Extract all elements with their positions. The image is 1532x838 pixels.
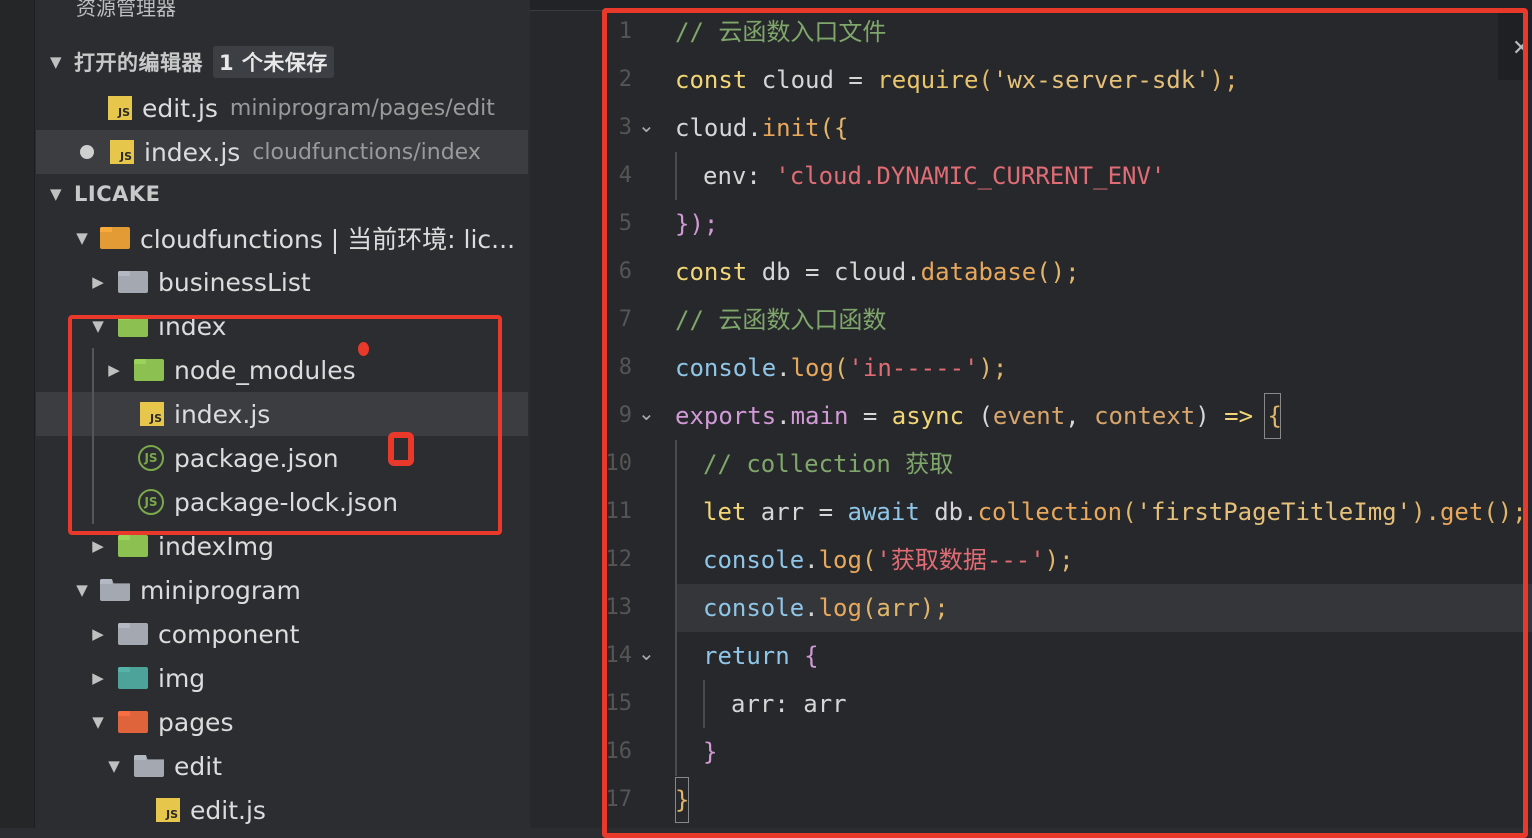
file-path: cloudfunctions/index xyxy=(252,139,481,165)
tree-item-label: miniprogram xyxy=(140,575,301,605)
chevron-down-icon: ▼ xyxy=(76,229,88,247)
image-folder-icon xyxy=(118,667,148,689)
annotation-box-sidebar xyxy=(68,315,502,535)
activity-bar xyxy=(0,0,35,828)
file-name: edit.js xyxy=(142,93,218,123)
pages-folder-icon xyxy=(118,711,148,733)
open-editor-edit-js[interactable]: JS edit.js miniprogram/pages/edit xyxy=(36,86,528,130)
open-editor-index-js[interactable]: JS index.js cloudfunctions/index xyxy=(36,130,528,174)
tree-item-component[interactable]: ▶ component xyxy=(36,612,528,656)
tree-item-label: img xyxy=(158,663,206,693)
file-path: miniprogram/pages/edit xyxy=(229,95,495,121)
annotation-mark xyxy=(358,342,369,356)
tree-item-pages[interactable]: ▼ pages xyxy=(36,700,528,744)
cloud-folder-icon xyxy=(100,227,130,249)
chevron-down-icon: ▼ xyxy=(76,581,88,599)
folder-icon xyxy=(118,623,148,645)
open-editors-header[interactable]: ▼ 打开的编辑器 1 个未保存 xyxy=(36,40,528,84)
tree-item-label: edit xyxy=(174,751,222,781)
file-name: index.js xyxy=(144,137,241,167)
chevron-down-icon: ▼ xyxy=(108,757,120,775)
unsaved-badge: 1 个未保存 xyxy=(213,46,334,78)
open-editors-label: 打开的编辑器 xyxy=(74,51,203,75)
tree-item-label: edit.js xyxy=(190,795,266,825)
chevron-right-icon: ▶ xyxy=(92,273,104,291)
tree-item-label: cloudfunctions | 当前环境: lic... xyxy=(140,225,516,254)
unsaved-dot-icon xyxy=(80,145,94,159)
folder-icon xyxy=(118,271,148,293)
js-file-icon: JS xyxy=(110,140,134,164)
js-file-icon: JS xyxy=(108,96,132,120)
tree-item-label: businessList xyxy=(158,267,311,297)
explorer-title: 资源管理器 xyxy=(76,0,176,20)
tree-item-businesslist[interactable]: ▶ businessList xyxy=(36,260,528,304)
chevron-right-icon: ▶ xyxy=(92,669,104,687)
node-folder-icon xyxy=(118,535,148,557)
annotation-mark xyxy=(388,432,414,466)
tree-item-label: indexImg xyxy=(158,531,274,561)
annotation-box-editor xyxy=(602,8,1528,838)
project-header[interactable]: ▼ LICAKE xyxy=(36,172,528,216)
chevron-down-icon: ▼ xyxy=(49,185,63,203)
chevron-down-icon: ▼ xyxy=(49,53,63,71)
tree-item-img[interactable]: ▶ img xyxy=(36,656,528,700)
tree-item-miniprogram[interactable]: ▼ miniprogram xyxy=(36,568,528,612)
folder-open-icon xyxy=(134,755,164,777)
folder-open-icon xyxy=(100,579,130,601)
js-file-icon: JS xyxy=(156,798,180,822)
tree-item-edit-js[interactable]: JS edit.js xyxy=(36,788,528,828)
tree-item-label: pages xyxy=(158,707,234,737)
chevron-right-icon: ▶ xyxy=(92,537,104,555)
chevron-down-icon: ▼ xyxy=(92,713,104,731)
tree-item-cloudfunctions[interactable]: ▼ cloudfunctions | 当前环境: lic... xyxy=(36,216,528,260)
project-name: LICAKE xyxy=(74,182,161,206)
chevron-right-icon: ▶ xyxy=(92,625,104,643)
tree-item-edit[interactable]: ▼ edit xyxy=(36,744,528,788)
tree-item-label: component xyxy=(158,619,300,649)
